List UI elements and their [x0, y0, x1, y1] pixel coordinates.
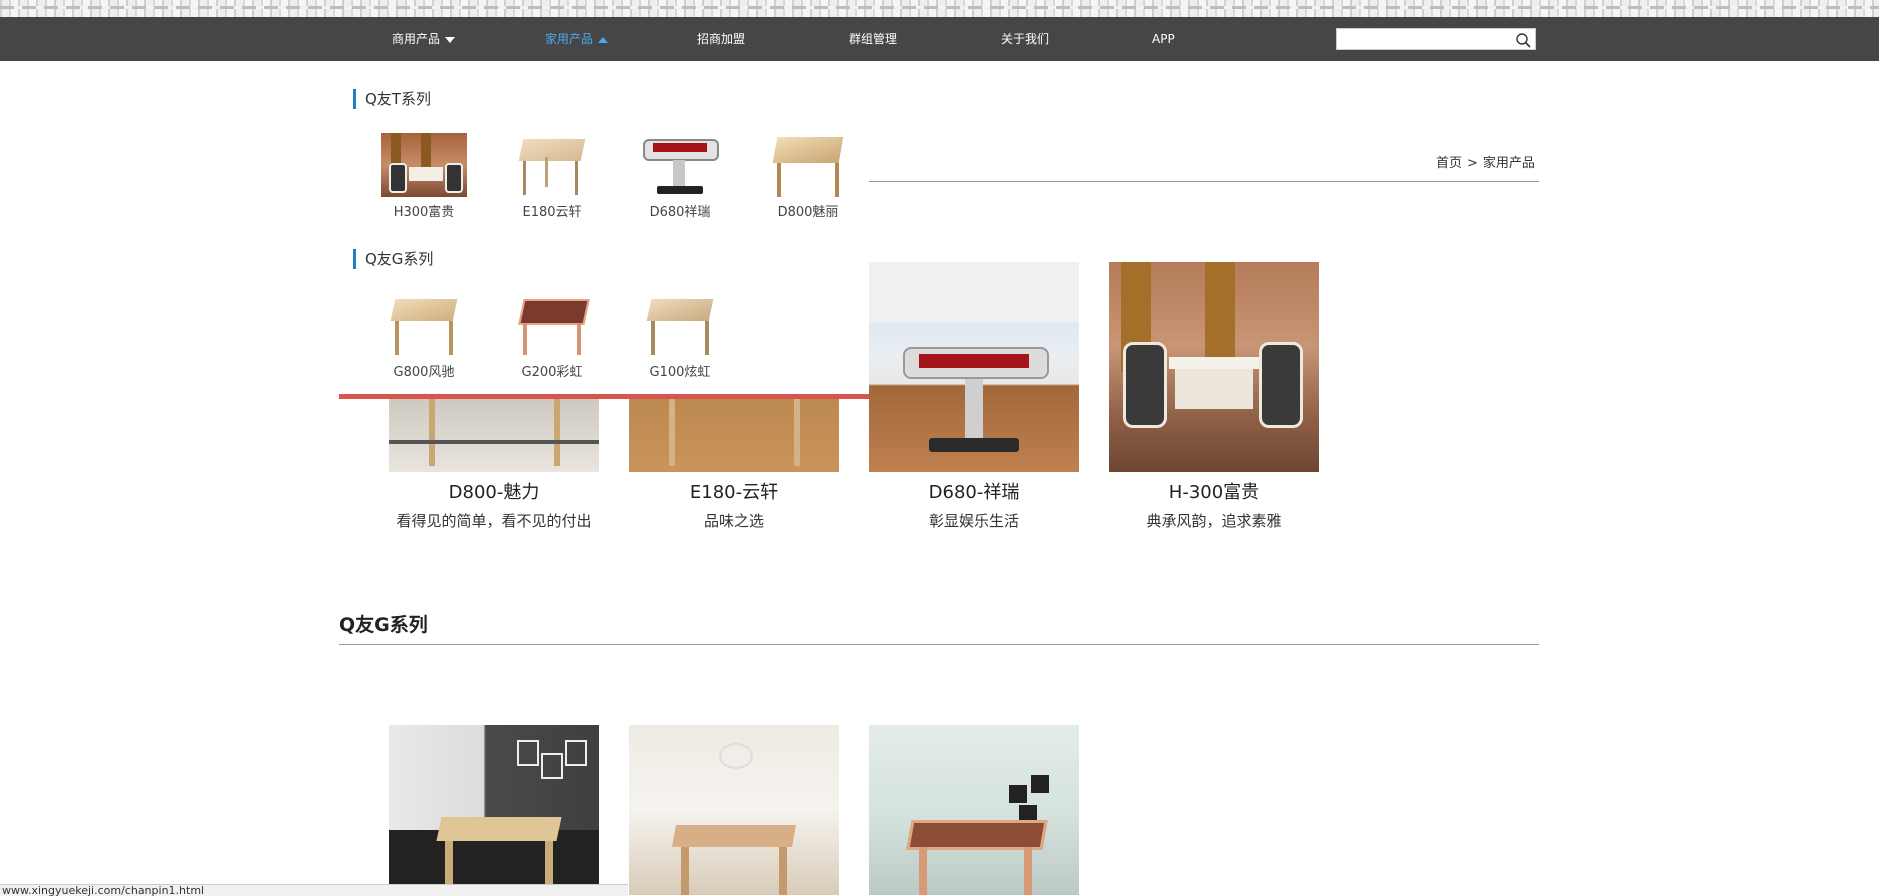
dropdown-item-e180[interactable]: E180云轩	[497, 133, 607, 220]
nav-label: 群组管理	[849, 32, 898, 46]
search-icon[interactable]	[1515, 32, 1531, 48]
dropdown-item-label: G800风驰	[393, 365, 455, 380]
caret-down-icon	[445, 36, 456, 43]
product-image[interactable]	[1109, 262, 1319, 472]
dropdown-item-label: D800魅丽	[777, 205, 839, 220]
nav-label: 家用产品	[545, 32, 594, 46]
product-name[interactable]: D680-祥瑞	[869, 478, 1079, 504]
dropdown-item-label: D680祥瑞	[649, 205, 711, 220]
product-desc: 典承风韵，追求素雅	[1146, 512, 1282, 530]
product-thumbnail[interactable]	[637, 133, 723, 197]
search-box	[1336, 28, 1536, 50]
browser-status-url: www.xingyuekeji.com/chanpin1.html	[0, 884, 628, 896]
dropdown-item-label: G100炫虹	[649, 365, 711, 380]
breadcrumb-separator: >	[1467, 156, 1478, 171]
product-image[interactable]	[869, 725, 1079, 895]
caret-up-icon	[598, 36, 609, 43]
product-desc: 看得见的简单，看不见的付出	[396, 512, 592, 530]
dropdown-item-label: G200彩虹	[521, 365, 583, 380]
product-thumbnail[interactable]	[381, 133, 467, 197]
product-desc: 彰显娱乐生活	[928, 512, 1019, 530]
product-card[interactable]: D680-祥瑞 彰显娱乐生活	[869, 262, 1079, 531]
nav-label: 招商加盟	[697, 32, 746, 46]
product-image[interactable]	[629, 725, 839, 895]
nav-about-us[interactable]: 关于我们	[1001, 17, 1049, 61]
nav-label: APP	[1152, 32, 1175, 46]
dropdown-item-d680[interactable]: D680祥瑞	[625, 133, 735, 220]
main-nav: 商用产品 家用产品 招商加盟 群组管理 关于我们 APP	[0, 17, 1879, 61]
decorative-header-strip	[0, 0, 1879, 17]
breadcrumb-current: 家用产品	[1482, 156, 1535, 171]
dropdown-item-label: E180云轩	[522, 205, 582, 220]
dropdown-item-g800[interactable]: G800风驰	[369, 293, 479, 380]
home-products-dropdown: Q友T系列 H300富贵 E180云轩 D680祥瑞 D800魅丽 Q友G系列 …	[339, 61, 869, 399]
nav-commercial-products[interactable]: 商用产品	[392, 17, 456, 61]
breadcrumb: 首页 > 家用产品	[1436, 152, 1535, 171]
dropdown-item-g100[interactable]: G100炫虹	[625, 293, 735, 380]
product-thumbnail[interactable]	[381, 293, 467, 357]
nav-home-products[interactable]: 家用产品	[545, 17, 609, 61]
product-card[interactable]: H-300富贵 典承风韵，追求素雅	[1109, 262, 1319, 531]
product-name[interactable]: H-300富贵	[1109, 478, 1319, 504]
product-thumbnail[interactable]	[637, 293, 723, 357]
product-name[interactable]: D800-魅力	[389, 478, 599, 504]
dropdown-item-d800[interactable]: D800魅丽	[753, 133, 863, 220]
product-thumbnail[interactable]	[509, 293, 595, 357]
divider	[868, 181, 1539, 182]
product-desc: 品味之选	[703, 512, 764, 530]
section-title: Q友G系列	[339, 614, 428, 636]
dropdown-group-title: Q友T系列	[353, 89, 431, 109]
nav-group-management[interactable]: 群组管理	[849, 17, 897, 61]
product-card[interactable]	[629, 725, 839, 895]
product-card[interactable]	[869, 725, 1079, 895]
search-input[interactable]	[1337, 30, 1515, 50]
product-thumbnail[interactable]	[509, 133, 595, 197]
nav-app[interactable]: APP	[1152, 17, 1175, 61]
product-card[interactable]	[389, 725, 599, 895]
nav-label: 商用产品	[392, 32, 441, 46]
divider	[339, 644, 1539, 645]
dropdown-item-g200[interactable]: G200彩虹	[497, 293, 607, 380]
product-image[interactable]	[869, 262, 1079, 472]
dropdown-group-title: Q友G系列	[353, 249, 433, 269]
product-thumbnail[interactable]	[765, 133, 851, 197]
breadcrumb-home-link[interactable]: 首页	[1436, 156, 1462, 171]
dropdown-item-h300[interactable]: H300富贵	[369, 133, 479, 220]
nav-franchise[interactable]: 招商加盟	[697, 17, 745, 61]
nav-label: 关于我们	[1001, 32, 1050, 46]
dropdown-item-label: H300富贵	[393, 205, 455, 220]
product-name[interactable]: E180-云轩	[629, 478, 839, 504]
product-image[interactable]	[389, 725, 599, 895]
